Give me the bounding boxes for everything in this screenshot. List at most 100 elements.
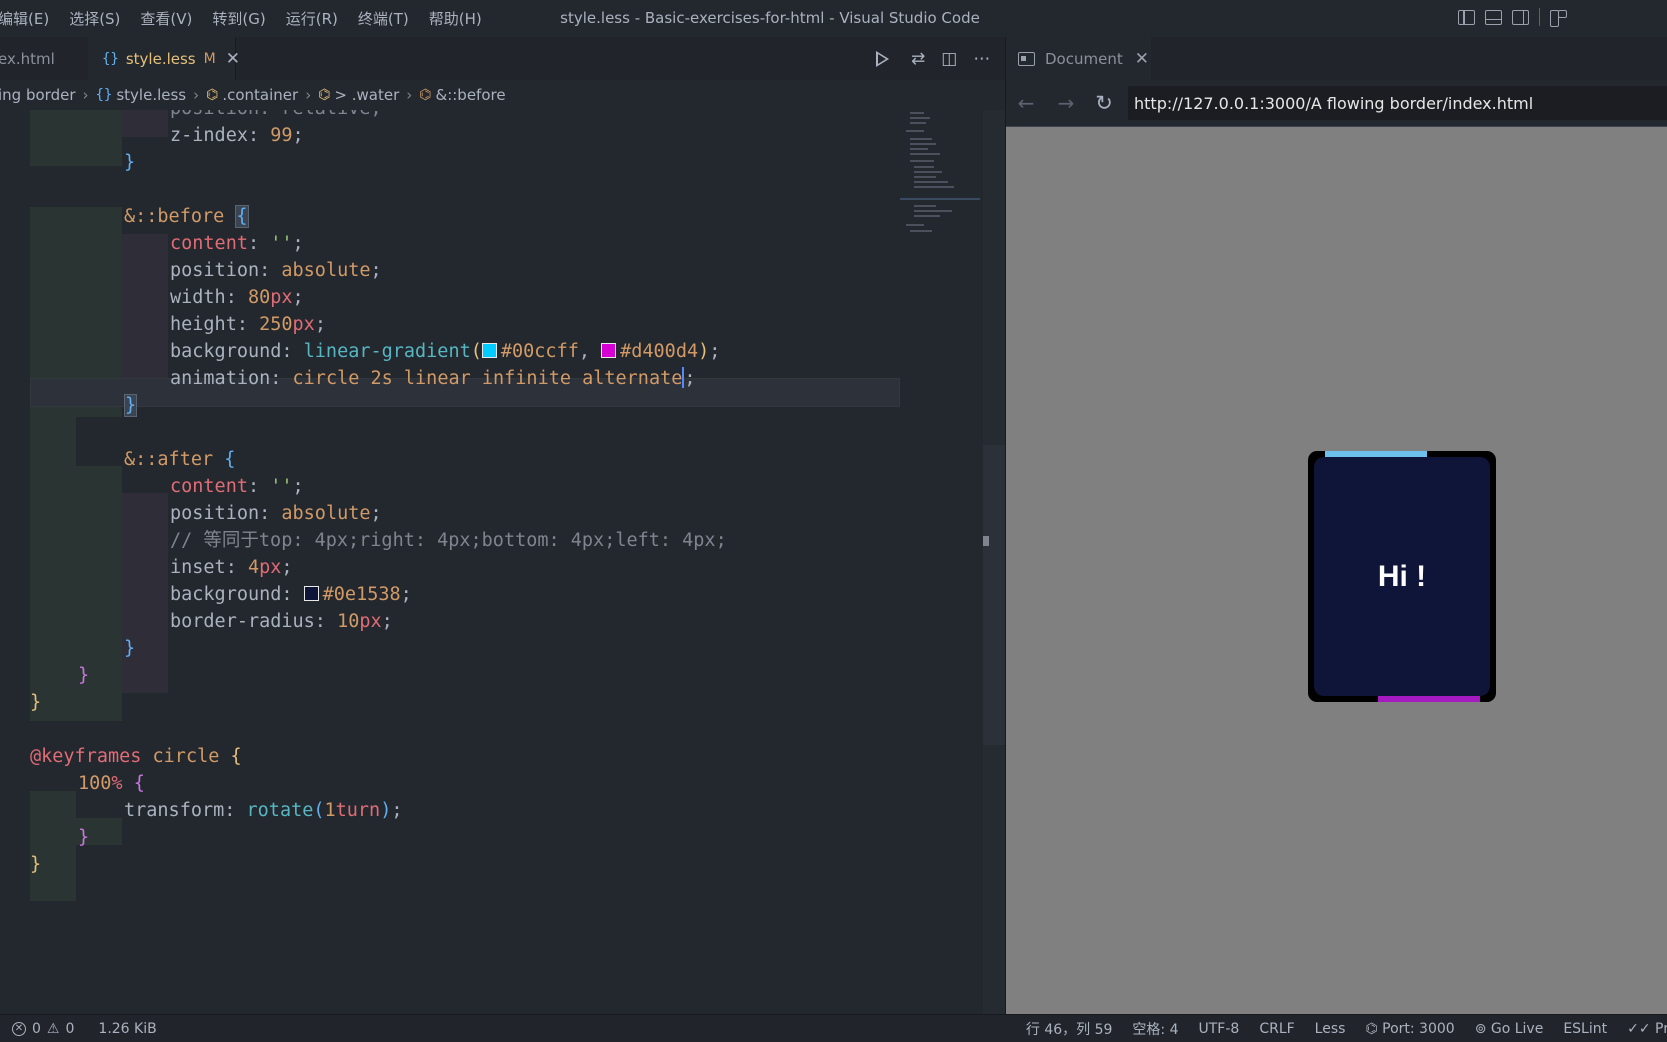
code-line: position: absolute; (170, 503, 382, 524)
menu-help[interactable]: 帮助(H) (419, 8, 492, 29)
layout-controls (1458, 8, 1567, 27)
split-editor-icon[interactable]: ◫ (941, 49, 957, 69)
indent-guide (76, 110, 122, 166)
code-line: &::after { (124, 449, 236, 470)
radio-tower-icon: ⊚ (1474, 1021, 1487, 1037)
forward-arrow-icon[interactable]: → (1046, 91, 1086, 115)
chevron-right-icon: › (406, 86, 413, 104)
code-line: } (30, 692, 42, 713)
toggle-panel-icon[interactable] (1485, 10, 1502, 25)
menu-selection[interactable]: 选择(S) (59, 8, 130, 29)
menu-edit[interactable]: 编辑(E) (0, 8, 59, 29)
code-line: background: #0e1538; (170, 584, 412, 605)
menu-go[interactable]: 转到(G) (202, 8, 275, 29)
close-tab-icon[interactable]: ✕ (1135, 49, 1149, 69)
editor-actions: ⇄ ◫ ⋯ (865, 37, 1005, 80)
port-indicator[interactable]: ⌬ Port: 3000 (1365, 1021, 1454, 1037)
code-line: background: linear-gradient(#00ccff, #d4… (170, 341, 721, 362)
color-swatch-navy[interactable] (303, 586, 319, 601)
divider (1539, 8, 1540, 26)
code-line: } (78, 827, 90, 848)
code-line: transform: rotate(1turn); (124, 800, 403, 821)
code-line: position: absolute; (170, 260, 382, 281)
address-bar[interactable]: http://127.0.0.1:3000/A flowing border/i… (1128, 86, 1667, 120)
less-file-icon: {} (95, 87, 113, 103)
code-line: } (124, 152, 136, 173)
scrollbar-marker (983, 536, 989, 546)
broadcast-icon: ⌬ (1365, 1021, 1378, 1037)
open-changes-icon[interactable]: ⇄ (911, 49, 925, 69)
breadcrumb-container[interactable]: .container (222, 86, 298, 104)
status-right: 行 46，列 59 空格: 4 UTF-8 CRLF Less ⌬ Port: … (1026, 1015, 1667, 1042)
code-line: } (78, 665, 90, 686)
indent-guide (30, 207, 76, 547)
code-line: z-index: 99; (170, 125, 304, 146)
tab-index-html[interactable]: ex.html (0, 37, 88, 80)
more-actions-icon[interactable]: ⋯ (973, 49, 990, 69)
menu-terminal[interactable]: 终端(T) (348, 8, 419, 29)
menu-run[interactable]: 运行(R) (276, 8, 348, 29)
code-line: animation: circle 2s linear infinite alt… (170, 367, 696, 389)
code-line: &::before { (124, 205, 249, 228)
chevron-right-icon: › (193, 86, 200, 104)
breadcrumb: ing border › {} style.less › ⌬ .containe… (0, 80, 1005, 110)
gradient-border-segment (1378, 696, 1480, 702)
error-count: 0 (32, 1020, 41, 1037)
preview-icon (1018, 51, 1035, 66)
color-swatch-cyan[interactable] (481, 343, 497, 358)
line-ending[interactable]: CRLF (1259, 1021, 1294, 1037)
run-icon[interactable] (876, 50, 889, 67)
error-icon: ✕ (12, 1021, 26, 1036)
toggle-secondary-sidebar-icon[interactable] (1512, 10, 1529, 25)
menu-bar: 编辑(E) 选择(S) 查看(V) 转到(G) 运行(R) 终端(T) 帮助(H… (0, 0, 492, 37)
minimap[interactable] (900, 110, 980, 240)
editor-scrollbar-thumb[interactable] (983, 445, 1005, 745)
chevron-right-icon: › (305, 86, 312, 104)
back-arrow-icon[interactable]: ← (1006, 91, 1046, 115)
go-live-button[interactable]: ⊚ Go Live (1475, 1021, 1544, 1037)
language-mode[interactable]: Less (1315, 1021, 1346, 1037)
less-file-icon: {} (102, 50, 119, 67)
browser-nav-bar: ← → ↻ http://127.0.0.1:3000/A flowing bo… (1006, 80, 1667, 126)
close-tab-icon[interactable]: ✕ (226, 49, 240, 69)
eslint-status[interactable]: ESLint (1563, 1021, 1607, 1037)
flowing-border-card: Hi ! (1308, 451, 1496, 702)
window-title: style.less - Basic-exercises-for-html - … (560, 9, 980, 27)
breadcrumb-file[interactable]: style.less (116, 86, 186, 104)
selector-icon: ⌬ (206, 87, 219, 103)
prettier-status[interactable]: ✓✓ Pr (1627, 1021, 1667, 1037)
customize-layout-icon[interactable] (1550, 10, 1567, 27)
page-viewport: Hi ! (1006, 126, 1667, 1014)
breadcrumb-folder[interactable]: ing border (0, 86, 75, 104)
warning-count: 0 (65, 1020, 75, 1037)
indent-guide (122, 110, 168, 137)
reload-icon[interactable]: ↻ (1086, 91, 1122, 115)
code-line: inset: 4px; (170, 557, 293, 578)
tab-style-less[interactable]: {} style.less M ✕ (88, 37, 240, 80)
breadcrumb-before[interactable]: &::before (436, 86, 506, 104)
code-line: border-radius: 10px; (170, 611, 393, 632)
selector-icon: ⌬ (419, 87, 432, 103)
problems-indicator[interactable]: ✕ 0 ⚠ 0 1.26 KiB (0, 1021, 157, 1037)
card-inner: Hi ! (1314, 457, 1490, 696)
indentation[interactable]: 空格: 4 (1132, 1019, 1178, 1039)
indent-guide (122, 234, 168, 387)
browser-preview-panel: Document ✕ ← → ↻ http://127.0.0.1:3000/A… (1005, 37, 1667, 1014)
code-line: // 等同于top: 4px;right: 4px;bottom: 4px;le… (170, 530, 727, 551)
tab-document[interactable]: Document ✕ (1006, 37, 1151, 80)
breadcrumb-water[interactable]: > .water (334, 86, 399, 104)
tab-label: style.less (125, 49, 196, 68)
chevron-right-icon: › (82, 86, 89, 104)
code-line: height: 250px; (170, 314, 326, 335)
color-swatch-magenta[interactable] (601, 343, 617, 358)
code-line: @keyframes circle { (30, 746, 242, 767)
encoding[interactable]: UTF-8 (1199, 1021, 1240, 1037)
modified-badge: M (203, 50, 216, 67)
selector-icon: ⌬ (318, 87, 331, 103)
cursor-position[interactable]: 行 46，列 59 (1026, 1019, 1113, 1039)
indent-guide (30, 110, 76, 166)
code-line: } (124, 394, 138, 417)
toggle-primary-sidebar-icon[interactable] (1458, 10, 1475, 25)
code-editor[interactable]: position: relative; z-index: 99; } &::be… (0, 110, 900, 1014)
menu-view[interactable]: 查看(V) (130, 8, 202, 29)
